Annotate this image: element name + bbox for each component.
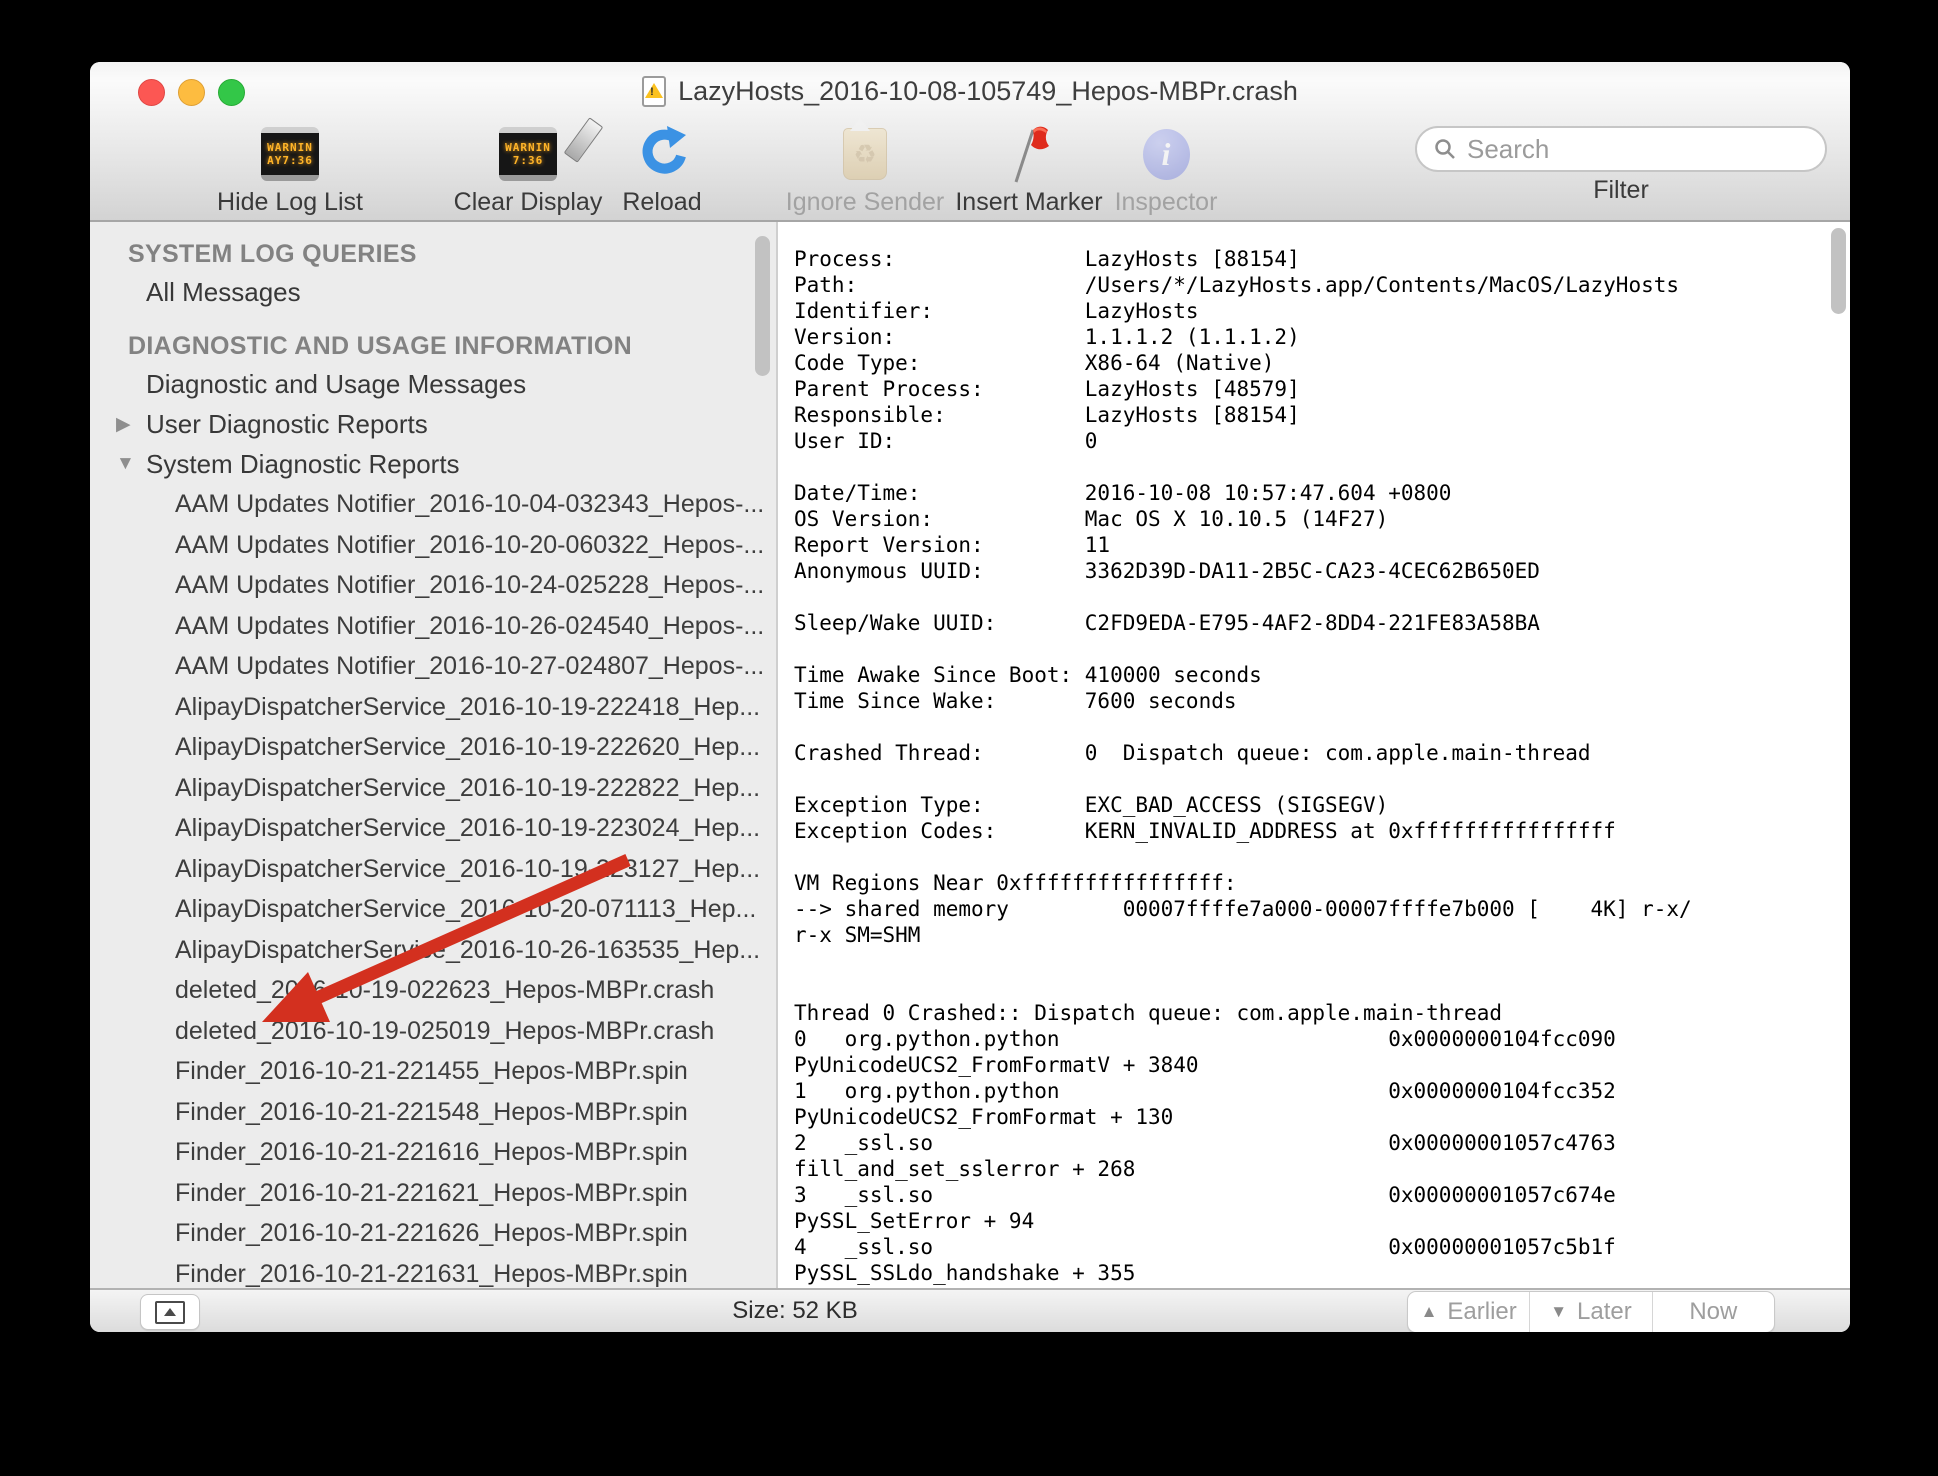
chevron-down-icon[interactable]: ▼ [90, 453, 146, 475]
window-title: LazyHosts_2016-10-08-105749_Hepos-MBPr.c… [678, 76, 1298, 107]
sidebar-file-row[interactable]: deleted_2016-10-19-025019_Hepos-MBPr.cra… [90, 1011, 776, 1052]
sidebar-item-diagnostic-usage-messages[interactable]: Diagnostic and Usage Messages [90, 364, 776, 404]
sidebar-file-row[interactable]: AlipayDispatcherService_2016-10-19-22241… [90, 687, 776, 728]
sidebar-file-row[interactable]: Finder_2016-10-21-221548_Hepos-MBPr.spin [90, 1092, 776, 1133]
sidebar-file-list: AAM Updates Notifier_2016-10-04-032343_H… [90, 484, 776, 1288]
crash-log-text: Process: LazyHosts [88154] Path: /Users/… [778, 222, 1850, 1286]
triangle-down-icon: ▼ [1550, 1302, 1567, 1322]
sidebar-file-row[interactable]: Finder_2016-10-21-221621_Hepos-MBPr.spin [90, 1173, 776, 1214]
paper-bag-recycle-icon: ♻ [843, 122, 887, 186]
led-sign-icon: WARNIN AY7:36 [261, 122, 319, 186]
led-sign-eraser-icon: WARNIN 7:36 [499, 122, 557, 186]
recycle-symbol-icon: ♻ [853, 141, 876, 167]
filter-label: Filter [1415, 176, 1827, 205]
main-scrollbar-thumb[interactable] [1831, 228, 1846, 314]
search-field[interactable] [1415, 126, 1827, 172]
reload-label: Reload [622, 188, 701, 217]
sidebar-file-row[interactable]: AlipayDispatcherService_2016-10-26-16353… [90, 930, 776, 971]
crash-document-icon: ! [642, 76, 666, 107]
search-area: Filter [1415, 126, 1827, 205]
sidebar-file-row[interactable]: AAM Updates Notifier_2016-10-24-025228_H… [90, 565, 776, 606]
sidebar-file-row[interactable]: deleted_2016-10-19-022623_Hepos-MBPr.cra… [90, 970, 776, 1011]
toolbar: WARNIN AY7:36 Hide Log List WARNIN 7:36 [90, 120, 1850, 222]
later-button[interactable]: ▼ Later [1530, 1292, 1652, 1332]
triangle-up-icon: ▲ [1421, 1302, 1438, 1322]
status-bar: Size: 52 KB ▲ Earlier ▼ Later Now [90, 1288, 1850, 1332]
hide-log-list-label: Hide Log List [217, 188, 363, 217]
sidebar-file-row[interactable]: AlipayDispatcherService_2016-10-19-22262… [90, 727, 776, 768]
sidebar-item-system-diagnostic-reports[interactable]: ▼ System Diagnostic Reports [90, 444, 776, 484]
size-label: Size: 52 KB [732, 1290, 857, 1332]
sidebar-file-row[interactable]: Finder_2016-10-21-221616_Hepos-MBPr.spin [90, 1132, 776, 1173]
sidebar-item-all-messages[interactable]: All Messages [90, 272, 776, 312]
sidebar-file-row[interactable]: AlipayDispatcherService_2016-10-19-22282… [90, 768, 776, 809]
info-circle-icon: i [1143, 122, 1190, 186]
sidebar-file-row[interactable]: AAM Updates Notifier_2016-10-04-032343_H… [90, 484, 776, 525]
inspector-label: Inspector [1115, 188, 1218, 217]
reload-button[interactable]: Reload [552, 122, 772, 217]
window-chrome: ! LazyHosts_2016-10-08-105749_Hepos-MBPr… [90, 62, 1850, 222]
red-flag-icon [1006, 122, 1052, 186]
titlebar: ! LazyHosts_2016-10-08-105749_Hepos-MBPr… [90, 62, 1850, 120]
sidebar-scrollbar-thumb[interactable] [755, 236, 770, 376]
reload-arrow-icon [636, 122, 688, 186]
hide-log-list-button[interactable]: WARNIN AY7:36 Hide Log List [180, 122, 400, 217]
search-input[interactable] [1465, 133, 1809, 166]
sidebar-file-row[interactable]: Finder_2016-10-21-221455_Hepos-MBPr.spin [90, 1051, 776, 1092]
toggle-log-list-button[interactable] [140, 1294, 200, 1330]
panel-up-icon [155, 1301, 185, 1324]
log-content-pane: Process: LazyHosts [88154] Path: /Users/… [778, 222, 1850, 1288]
console-window: ! LazyHosts_2016-10-08-105749_Hepos-MBPr… [90, 62, 1850, 1332]
sidebar-file-row[interactable]: AAM Updates Notifier_2016-10-27-024807_H… [90, 646, 776, 687]
sidebar-file-row[interactable]: AlipayDispatcherService_2016-10-19-22302… [90, 808, 776, 849]
search-icon [1433, 137, 1457, 161]
sidebar-file-row[interactable]: Finder_2016-10-21-221631_Hepos-MBPr.spin [90, 1254, 776, 1289]
inspector-button: i Inspector [1056, 122, 1276, 217]
sidebar-file-row[interactable]: Finder_2016-10-21-221626_Hepos-MBPr.spin [90, 1213, 776, 1254]
time-navigation-control: ▲ Earlier ▼ Later Now [1407, 1291, 1775, 1332]
content-area: SYSTEM LOG QUERIES All Messages DIAGNOST… [90, 222, 1850, 1288]
sidebar-item-user-diagnostic-reports[interactable]: ▶ User Diagnostic Reports [90, 404, 776, 444]
log-list-sidebar: SYSTEM LOG QUERIES All Messages DIAGNOST… [90, 222, 778, 1288]
screen-background: ! LazyHosts_2016-10-08-105749_Hepos-MBPr… [0, 0, 1938, 1476]
now-button[interactable]: Now [1653, 1292, 1774, 1332]
earlier-button[interactable]: ▲ Earlier [1408, 1292, 1530, 1332]
chevron-right-icon[interactable]: ▶ [90, 413, 146, 436]
sidebar-file-row[interactable]: AlipayDispatcherService_2016-10-19-22312… [90, 849, 776, 890]
section-header-system-log-queries: SYSTEM LOG QUERIES [90, 236, 776, 272]
section-header-diagnostic-usage: DIAGNOSTIC AND USAGE INFORMATION [90, 328, 776, 364]
sidebar-file-row[interactable]: AlipayDispatcherService_2016-10-20-07111… [90, 889, 776, 930]
sidebar-file-row[interactable]: AAM Updates Notifier_2016-10-20-060322_H… [90, 525, 776, 566]
sidebar-file-row[interactable]: AAM Updates Notifier_2016-10-26-024540_H… [90, 606, 776, 647]
